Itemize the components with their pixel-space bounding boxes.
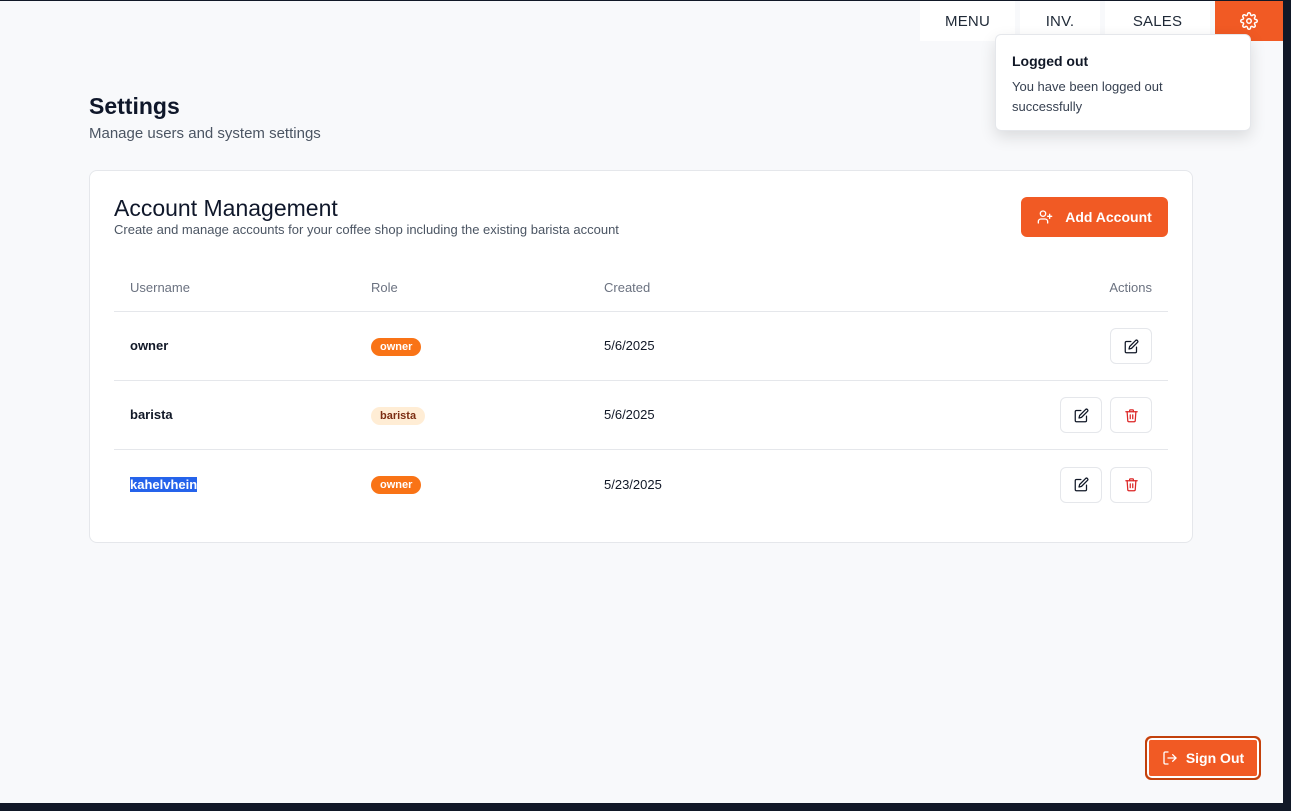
trash-icon	[1124, 478, 1138, 492]
role-badge: owner	[371, 476, 422, 494]
table-row: owner owner 5/6/2025	[114, 312, 1168, 381]
column-header-role: Role	[371, 279, 398, 295]
sign-out-label: Sign Out	[1185, 750, 1245, 766]
username-cell: barista	[130, 407, 173, 422]
accounts-table: Username Role Created Actions owner owne…	[114, 263, 1168, 519]
add-account-label: Add Account	[1065, 209, 1152, 225]
table-header: Username Role Created Actions	[114, 263, 1168, 312]
edit-icon	[1074, 477, 1088, 492]
card-description: Create and manage accounts for your coff…	[114, 222, 619, 237]
trash-icon	[1124, 408, 1138, 422]
username-cell: kahelvhein	[130, 476, 198, 492]
app-viewport: MENU INV. SALES Settings Manage users an…	[0, 1, 1283, 803]
edit-button[interactable]	[1110, 328, 1152, 364]
sign-out-button[interactable]: Sign Out	[1145, 736, 1261, 780]
add-account-button[interactable]: Add Account	[1021, 197, 1168, 237]
toast-title: Logged out	[1012, 53, 1089, 69]
delete-button[interactable]	[1110, 397, 1152, 433]
role-badge: barista	[371, 406, 426, 425]
page-subtitle: Manage users and system settings	[89, 125, 321, 142]
table-row: kahelvhein owner 5/23/2025	[114, 450, 1168, 519]
role-badge: owner	[371, 337, 422, 356]
logout-toast: Logged out You have been logged out succ…	[995, 34, 1251, 131]
card-title: Account Management	[114, 195, 338, 221]
gear-icon	[1240, 12, 1258, 30]
log-out-icon	[1163, 751, 1177, 765]
column-header-actions: Actions	[1109, 279, 1152, 295]
toast-message: You have been logged out successfully	[1012, 79, 1163, 114]
account-management-card: Account Management Create and manage acc…	[89, 170, 1193, 543]
column-header-created: Created	[604, 279, 651, 295]
edit-icon	[1124, 339, 1138, 353]
user-plus-icon	[1037, 209, 1053, 225]
edit-button[interactable]	[1060, 466, 1102, 503]
edit-button[interactable]	[1060, 397, 1102, 433]
column-header-username: Username	[130, 279, 190, 295]
created-cell: 5/6/2025	[604, 407, 655, 422]
created-cell: 5/23/2025	[604, 476, 662, 492]
username-cell: owner	[130, 338, 169, 353]
edit-icon	[1074, 408, 1088, 422]
created-cell: 5/6/2025	[604, 338, 655, 353]
page-title: Settings	[89, 93, 180, 119]
delete-button[interactable]	[1110, 466, 1152, 503]
table-row: barista barista 5/6/2025	[114, 381, 1168, 450]
